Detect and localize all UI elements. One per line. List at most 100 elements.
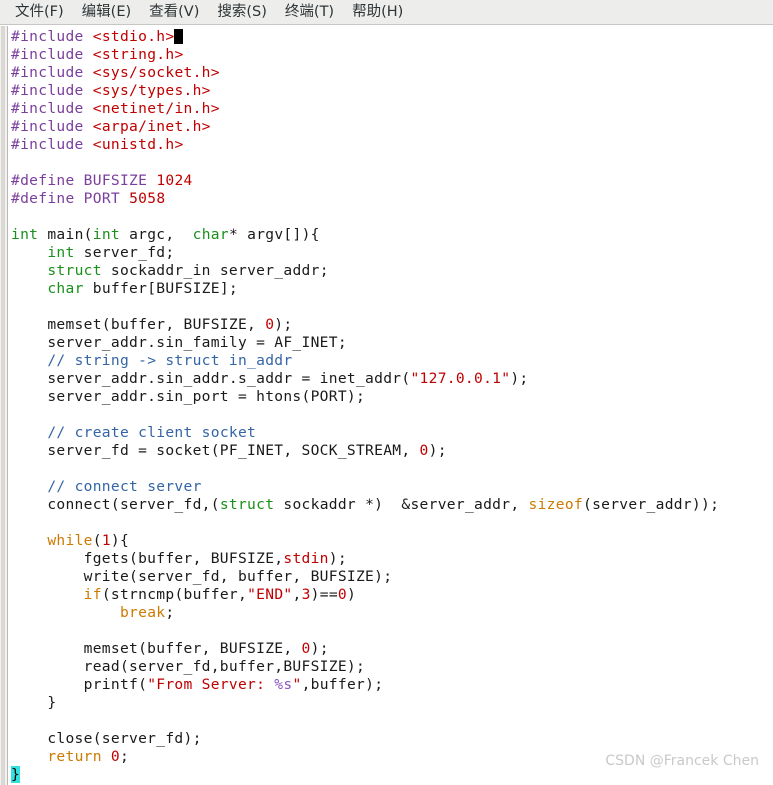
code-token: ,: [292, 586, 302, 603]
menu-item-view[interactable]: 查看(V): [140, 1, 208, 24]
code-line[interactable]: printf("From Server: %s",buffer);: [11, 676, 773, 694]
code-token: PORT: [83, 190, 120, 207]
code-token: break: [119, 604, 166, 621]
code-token: sizeof: [528, 496, 583, 513]
code-token: }: [11, 694, 57, 711]
code-token: argc,: [119, 226, 193, 243]
code-token: write(server_fd, buffer, BUFSIZE);: [11, 568, 393, 585]
code-line[interactable]: [11, 406, 773, 424]
code-line[interactable]: #include <netinet/in.h>: [11, 100, 773, 118]
code-token: (server_addr));: [582, 496, 720, 513]
code-line[interactable]: [11, 298, 773, 316]
code-token: <string.h>: [92, 46, 184, 63]
code-line[interactable]: // string -> struct in_addr: [11, 352, 773, 370]
code-line[interactable]: [11, 460, 773, 478]
code-token: buffer[BUFSIZE];: [83, 280, 238, 297]
code-token: server_addr.sin_port = htons(PORT);: [11, 388, 366, 405]
code-line[interactable]: #include <sys/types.h>: [11, 82, 773, 100]
code-token: while: [47, 532, 93, 549]
scrollbar-thumb[interactable]: [1, 26, 5, 785]
text-cursor: [174, 29, 184, 44]
code-token: );: [274, 316, 293, 333]
code-token: "127.0.0.1": [410, 370, 511, 387]
code-line[interactable]: [11, 712, 773, 730]
code-token: server_addr.sin_family = AF_INET;: [11, 334, 347, 351]
code-token: 0: [110, 748, 120, 765]
code-token: int: [11, 226, 39, 243]
code-token: printf(: [11, 676, 148, 693]
code-line[interactable]: }: [11, 694, 773, 712]
code-line[interactable]: connect(server_fd,(struct sockaddr *) &s…: [11, 496, 773, 514]
code-line[interactable]: #include <sys/socket.h>: [11, 64, 773, 82]
code-line[interactable]: #define PORT 5058: [11, 190, 773, 208]
code-line[interactable]: server_fd = socket(PF_INET, SOCK_STREAM,…: [11, 442, 773, 460]
code-token: connect(server_fd,(: [11, 496, 220, 513]
vertical-scrollbar[interactable]: [0, 26, 8, 785]
code-viewport[interactable]: #include <stdio.h> #include <string.h> #in…: [8, 26, 773, 785]
code-token: #include: [11, 28, 84, 45]
code-token: ): [347, 586, 357, 603]
code-token: struct: [47, 262, 102, 279]
code-token: #include: [11, 118, 84, 135]
code-token: sockaddr *) &server_addr,: [274, 496, 529, 513]
code-line[interactable]: [11, 622, 773, 640]
code-token: // create client socket: [47, 424, 257, 441]
code-line[interactable]: struct sockaddr_in server_addr;: [11, 262, 773, 280]
code-line[interactable]: #include <stdio.h>: [11, 28, 773, 46]
code-line[interactable]: read(server_fd,buffer,BUFSIZE);: [11, 658, 773, 676]
code-token: 1024: [156, 172, 193, 189]
code-line[interactable]: // create client socket: [11, 424, 773, 442]
code-line[interactable]: #include <unistd.h>: [11, 136, 773, 154]
code-line[interactable]: #define BUFSIZE 1024: [11, 172, 773, 190]
code-token: ,buffer);: [301, 676, 384, 693]
code-line[interactable]: server_addr.sin_addr.s_addr = inet_addr(…: [11, 370, 773, 388]
code-token: sockaddr_in server_addr;: [101, 262, 329, 279]
code-line[interactable]: server_addr.sin_port = htons(PORT);: [11, 388, 773, 406]
code-line[interactable]: [11, 208, 773, 226]
code-token: fgets(buffer, BUFSIZE,: [11, 550, 284, 567]
menu-item-file[interactable]: 文件(F): [6, 1, 73, 24]
code-line[interactable]: if(strncmp(buffer,"END",3)==0): [11, 586, 773, 604]
code-token: 0: [301, 640, 311, 657]
menu-item-edit[interactable]: 编辑(E): [73, 1, 140, 24]
menu-item-search[interactable]: 搜索(S): [208, 1, 276, 24]
code-line[interactable]: [11, 154, 773, 172]
source-code[interactable]: #include <stdio.h> #include <string.h> #in…: [11, 26, 773, 784]
code-token: if: [83, 586, 102, 603]
code-line[interactable]: char buffer[BUFSIZE];: [11, 280, 773, 298]
code-line[interactable]: #include <arpa/inet.h>: [11, 118, 773, 136]
code-line[interactable]: write(server_fd, buffer, BUFSIZE);: [11, 568, 773, 586]
code-line[interactable]: // connect server: [11, 478, 773, 496]
code-line[interactable]: while(1){: [11, 532, 773, 550]
code-line[interactable]: [11, 514, 773, 532]
code-token: read(server_fd,buffer,BUFSIZE);: [11, 658, 366, 675]
code-line[interactable]: int main(int argc, char* argv[]){: [11, 226, 773, 244]
code-token: 0: [419, 442, 429, 459]
editor-area: #include <stdio.h> #include <string.h> #in…: [0, 26, 773, 785]
code-line[interactable]: return 0;: [11, 748, 773, 766]
code-line[interactable]: break;: [11, 604, 773, 622]
code-line[interactable]: #include <string.h>: [11, 46, 773, 64]
code-line[interactable]: close(server_fd);: [11, 730, 773, 748]
code-line[interactable]: memset(buffer, BUFSIZE, 0);: [11, 640, 773, 658]
code-line[interactable]: }: [11, 766, 773, 784]
code-token: <netinet/in.h>: [92, 100, 220, 117]
code-token: }: [11, 766, 21, 783]
code-token: int: [92, 226, 120, 243]
code-line[interactable]: memset(buffer, BUFSIZE, 0);: [11, 316, 773, 334]
code-line[interactable]: server_addr.sin_family = AF_INET;: [11, 334, 773, 352]
menu-item-help[interactable]: 帮助(H): [343, 1, 412, 24]
code-line[interactable]: int server_fd;: [11, 244, 773, 262]
code-token: "END": [247, 586, 293, 603]
menu-item-terminal[interactable]: 终端(T): [276, 1, 343, 24]
code-token: 0: [337, 586, 348, 603]
code-line[interactable]: fgets(buffer, BUFSIZE,stdin);: [11, 550, 773, 568]
